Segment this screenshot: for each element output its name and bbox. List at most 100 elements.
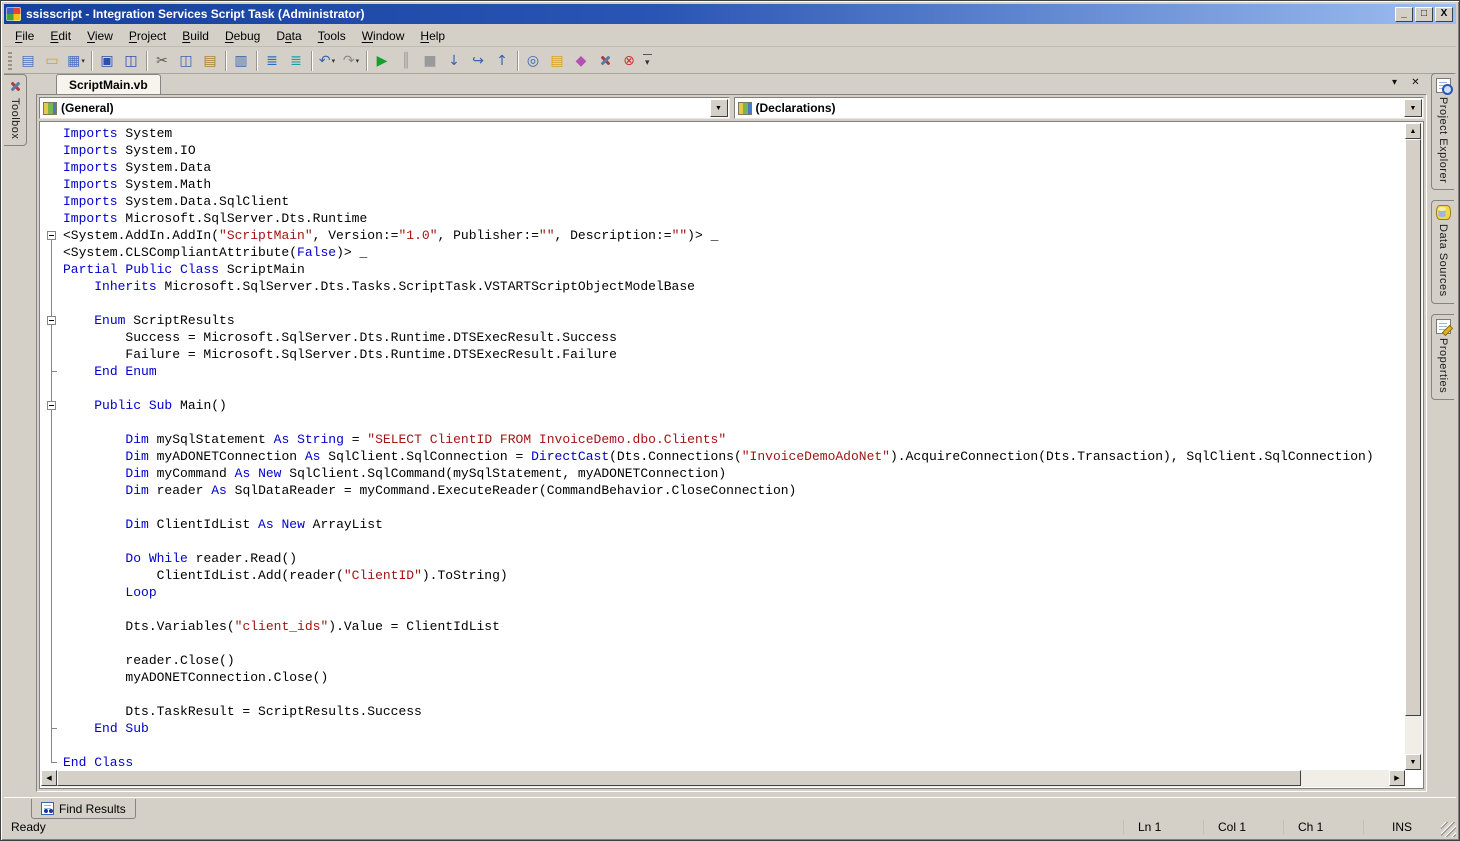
code-line [41,380,1405,397]
code-line [41,533,1405,550]
menu-edit[interactable]: Edit [42,27,79,45]
scroll-right-button[interactable]: ▶ [1389,770,1405,786]
code-line: Imports System.Data.SqlClient [41,193,1405,210]
new-project-button[interactable]: ▤ [16,50,40,72]
bottom-panel-strip: Find Results [4,797,1456,819]
find-results-tab[interactable]: Find Results [31,799,136,819]
horizontal-scrollbar[interactable]: ◀ ▶ [41,770,1405,787]
find-button[interactable]: ▥ [229,50,253,72]
tab-scriptmain[interactable]: ScriptMain.vb [56,74,161,94]
cut-button[interactable]: ✂ [150,50,174,72]
menu-project[interactable]: Project [121,27,174,45]
start-debug-icon: ▶ [377,54,388,68]
redo-button[interactable]: ↷▾ [339,50,363,72]
tab-properties[interactable]: Properties [1431,314,1454,400]
code-line: End Sub [41,720,1405,737]
step-into-button[interactable]: ↓ [442,50,466,72]
code-line: Do While reader.Read() [41,550,1405,567]
active-files-dropdown-button[interactable]: ▾ [1387,75,1402,90]
stop-debug-icon: ■ [423,54,436,68]
document-tab-strip: ScriptMain.vb ▾ ✕ [30,73,1429,94]
toolbar-separator [256,51,257,71]
tab-scriptmain-label: ScriptMain.vb [69,78,148,92]
scroll-up-button[interactable]: ▲ [1405,123,1421,139]
toolbox-toolbar-icon [598,53,613,68]
menu-debug[interactable]: Debug [217,27,268,45]
code-line: Imports System.Data [41,159,1405,176]
types-dropdown-value: (General) [61,101,114,115]
menu-tools[interactable]: Tools [310,27,354,45]
menu-window[interactable]: Window [354,27,413,45]
types-dropdown-arrow-icon[interactable]: ▼ [710,99,728,117]
break-all-button[interactable]: ║ [394,50,418,72]
horizontal-scroll-thumb[interactable] [57,770,1301,786]
menu-help[interactable]: Help [412,27,453,45]
status-message: Ready [11,820,1123,834]
step-out-button[interactable]: ↑ [490,50,514,72]
undo-icon: ↶ [319,54,331,68]
collapse-toggle[interactable] [47,316,56,325]
tab-project-explorer[interactable]: Project Explorer [1431,73,1454,190]
menu-data[interactable]: Data [268,27,309,45]
maximize-button[interactable]: □ [1415,7,1433,22]
menu-build[interactable]: Build [174,27,217,45]
toolbar-overflow-button[interactable]: ▾ [643,54,652,68]
resize-grip[interactable] [1441,822,1456,837]
code-line: Imports Microsoft.SqlServer.Dts.Runtime [41,210,1405,227]
scroll-left-button[interactable]: ◀ [41,770,57,786]
code-line: reader.Close() [41,652,1405,669]
minimize-button[interactable]: _ [1395,7,1413,22]
members-dropdown[interactable]: (Declarations) ▼ [734,97,1425,119]
add-item-button[interactable]: ▦▾ [64,50,88,72]
start-debug-button[interactable]: ▶ [370,50,394,72]
scroll-down-button[interactable]: ▼ [1405,754,1421,770]
code-editor[interactable]: Imports SystemImports System.IOImports S… [39,121,1424,789]
code-line: <System.CLSCompliantAttribute(False)> _ [41,244,1405,261]
properties-window-button[interactable]: ▤ [545,50,569,72]
members-dropdown-arrow-icon[interactable]: ▼ [1404,99,1422,117]
window-title: ssisscript - Integration Services Script… [26,7,1390,21]
undo-button[interactable]: ↶▾ [315,50,339,72]
collapse-toggle[interactable] [47,401,56,410]
members-dropdown-value: (Declarations) [756,101,836,115]
code-line: myADONETConnection.Close() [41,669,1405,686]
close-document-button[interactable]: ✕ [1408,75,1423,90]
code-line: Dim mySqlStatement As String = "SELECT C… [41,431,1405,448]
tab-data-sources[interactable]: Data Sources [1431,200,1454,304]
save-all-button[interactable]: ◫ [119,50,143,72]
object-browser-button[interactable]: ◆ [569,50,593,72]
project-explorer-toolbar-icon: ◎ [527,54,539,68]
paste-button[interactable]: ▤ [198,50,222,72]
step-over-button[interactable]: ↪ [466,50,490,72]
toolbox-button[interactable] [593,50,617,72]
title-bar[interactable]: ssisscript - Integration Services Script… [4,4,1456,24]
types-dropdown[interactable]: (General) ▼ [39,97,730,119]
error-list-button[interactable]: ⊗ [617,50,641,72]
vertical-scroll-thumb[interactable] [1405,139,1421,716]
toolbox-tab[interactable]: Toolbox [4,74,27,146]
tab-data-sources-label: Data Sources [1437,224,1449,297]
project-explorer-button[interactable]: ◎ [521,50,545,72]
code-line [41,601,1405,618]
menu-view[interactable]: View [79,27,121,45]
open-file-button[interactable]: ▭ [40,50,64,72]
stop-debug-button[interactable]: ■ [418,50,442,72]
document-area: ScriptMain.vb ▾ ✕ (General) ▼ (Declarati… [30,73,1429,796]
uncomment-lines-button[interactable]: ≣ [284,50,308,72]
save-button[interactable]: ▣ [95,50,119,72]
properties-icon [1436,319,1451,334]
right-tab-strip: Project Explorer Data Sources Properties [1429,73,1456,794]
menu-file[interactable]: File [7,27,42,45]
vertical-scrollbar[interactable]: ▲ ▼ [1405,123,1422,770]
redo-icon: ↷ [343,54,355,68]
collapse-toggle[interactable] [47,231,56,240]
copy-button[interactable]: ◫ [174,50,198,72]
code-text[interactable]: Imports SystemImports System.IOImports S… [41,123,1405,770]
code-line: Inherits Microsoft.SqlServer.Dts.Tasks.S… [41,278,1405,295]
document-pane: (General) ▼ (Declarations) ▼ Imports Sys… [36,94,1427,792]
toolbar-grip[interactable] [8,52,12,70]
close-button[interactable]: X [1435,7,1453,22]
comment-lines-button[interactable]: ≣ [260,50,284,72]
code-line: Imports System [41,125,1405,142]
toolbox-tab-label: Toolbox [9,98,21,139]
